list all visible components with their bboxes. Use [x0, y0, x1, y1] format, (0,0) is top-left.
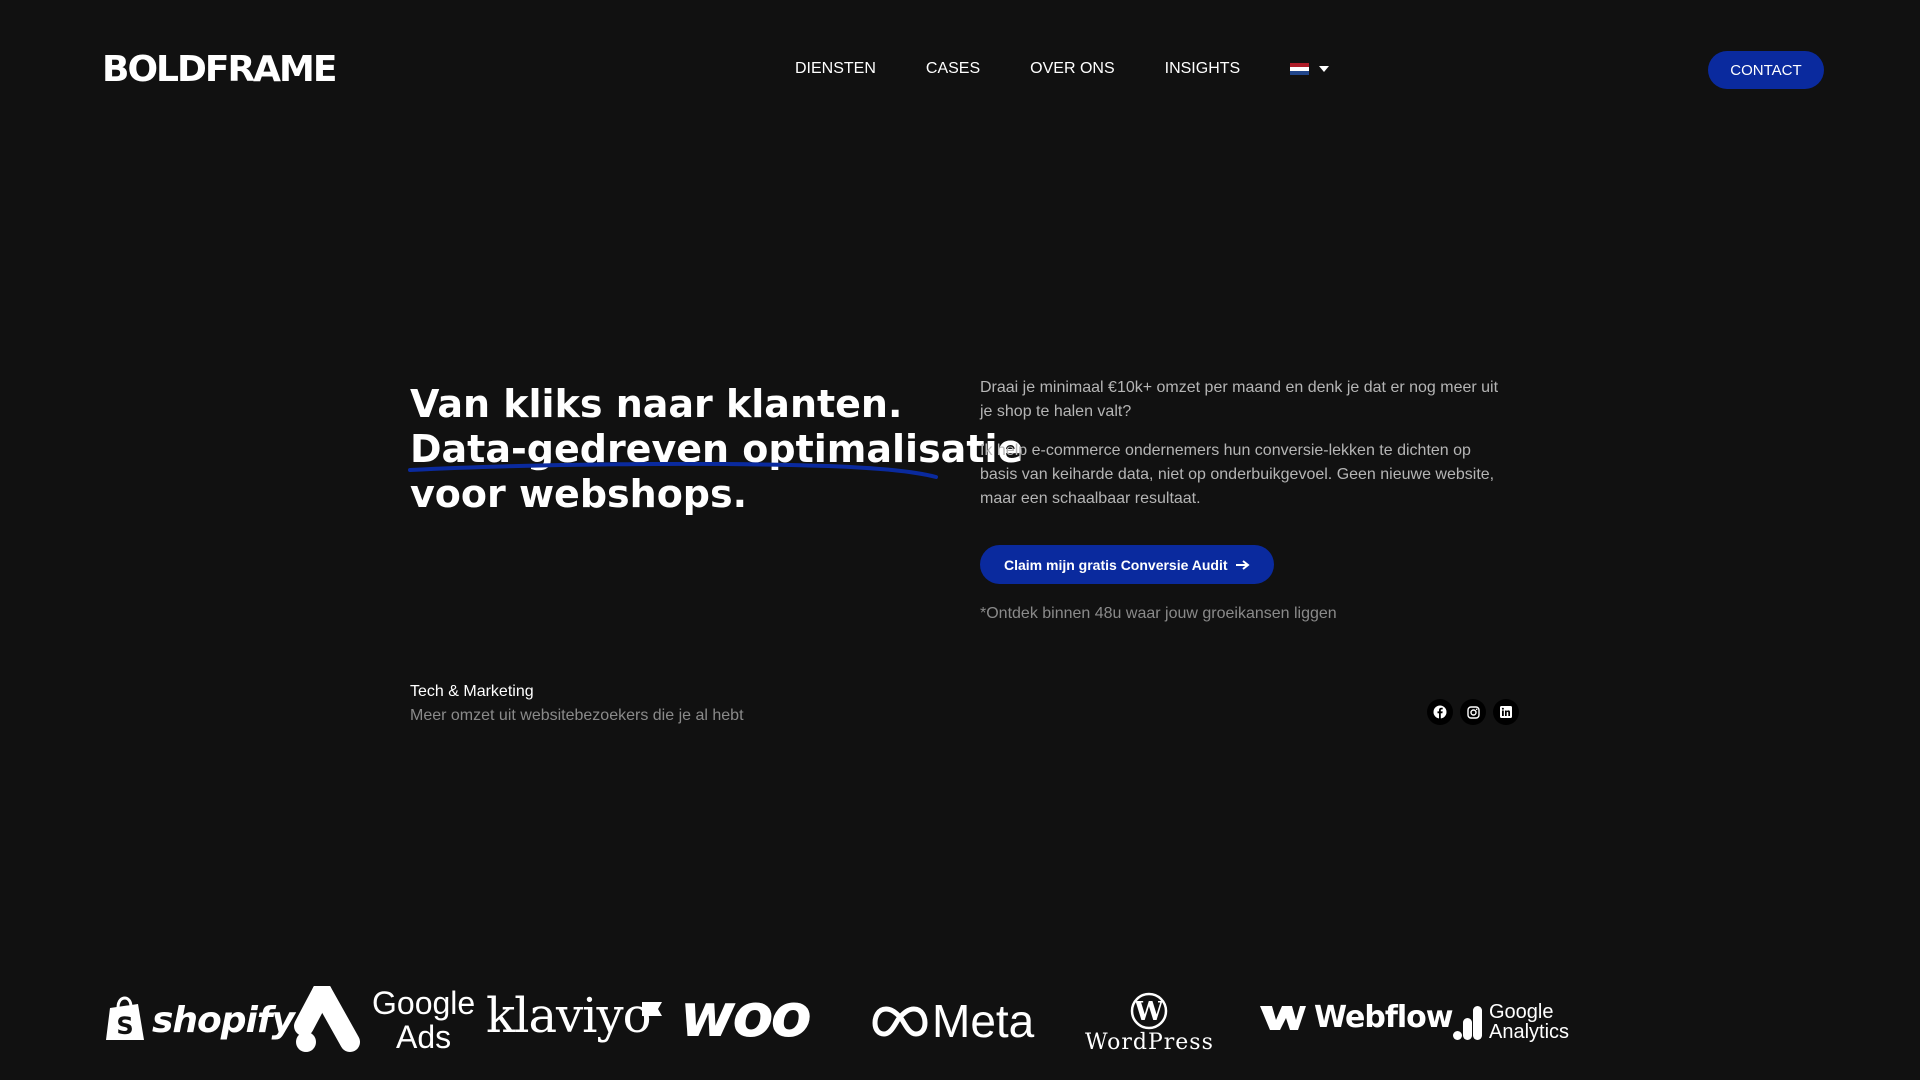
google-analytics-word-2: Analytics — [1489, 1021, 1570, 1043]
shopify-bag-icon: S — [106, 996, 144, 1040]
wordpress-logo: W WordPress — [1085, 992, 1214, 1055]
hero-copy: Draai je minimaal €10k+ omzet per maand … — [980, 376, 1510, 526]
instagram-link[interactable] — [1460, 699, 1486, 725]
facebook-icon — [1433, 705, 1447, 719]
linkedin-icon — [1500, 706, 1512, 718]
brand-logo-strip: S shopify Google Ads klaviyo woo Meta W — [0, 980, 1920, 1080]
svg-text:W: W — [1134, 997, 1165, 1027]
klaviyo-flag-icon — [642, 1002, 662, 1016]
nav-item-over-ons[interactable]: OVER ONS — [1030, 58, 1114, 80]
headline-underline-stroke — [408, 462, 938, 479]
nav-item-cases[interactable]: CASES — [926, 58, 980, 80]
arrow-right-icon — [1235, 559, 1250, 570]
hero-paragraph-1: Draai je minimaal €10k+ omzet per maand … — [980, 379, 1499, 420]
tagline-subtitle: Meer omzet uit websitebezoekers die je a… — [410, 707, 744, 724]
google-analytics-word-1: Google — [1489, 1001, 1554, 1023]
hero-headline: Van kliks naar klanten. Data-gedreven op… — [410, 382, 1023, 517]
audit-note: *Ontdek binnen 48u waar jouw groeikansen… — [980, 605, 1337, 622]
instagram-icon — [1466, 705, 1480, 719]
wordpress-icon: W — [1131, 992, 1168, 1030]
klaviyo-wordmark: klaviyo — [486, 988, 652, 1044]
meta-logo: Meta — [872, 994, 1034, 1048]
google-ads-word-1: Google — [372, 985, 476, 1021]
hero-paragraph-2: Ik help e-commerce ondernemers hun conve… — [980, 442, 1495, 507]
caret-down-icon — [1319, 66, 1330, 72]
google-ads-logo: Google Ads — [292, 986, 475, 1054]
linkedin-link[interactable] — [1493, 699, 1519, 725]
google-analytics-logo: Google Analytics — [1453, 1002, 1569, 1042]
social-links — [1427, 699, 1519, 725]
contact-button[interactable]: CONTACT — [1708, 51, 1824, 89]
nav-item-insights[interactable]: INSIGHTS — [1165, 58, 1241, 80]
woo-logo: woo — [680, 981, 812, 1051]
cta-label: Claim mijn gratis Conversie Audit — [1004, 556, 1228, 573]
audit-cta-button[interactable]: Claim mijn gratis Conversie Audit — [980, 545, 1274, 584]
webflow-icon — [1260, 1005, 1306, 1030]
google-ads-word-2: Ads — [396, 1019, 452, 1055]
svg-text:S: S — [116, 1012, 133, 1040]
meta-wordmark: Meta — [932, 995, 1035, 1047]
google-ads-icon — [294, 986, 360, 1052]
google-analytics-icon — [1453, 1006, 1482, 1040]
main-nav: DIENSTEN CASES OVER ONS INSIGHTS — [795, 58, 1330, 80]
wordpress-wordmark: WordPress — [1085, 1030, 1214, 1055]
facebook-link[interactable] — [1427, 699, 1453, 725]
webflow-logo: Webflow — [1260, 1000, 1454, 1035]
meta-infinity-icon — [872, 1006, 928, 1037]
webflow-wordmark: Webflow — [1314, 1000, 1454, 1035]
klaviyo-logo: klaviyo — [486, 988, 662, 1044]
shopify-logo: S shopify — [104, 996, 295, 1044]
brand-logo[interactable]: BOLDFRAME — [102, 50, 337, 90]
tagline-title: Tech & Marketing — [410, 683, 534, 700]
language-switcher[interactable] — [1290, 63, 1330, 75]
headline-line-1: Van kliks naar klanten. — [410, 382, 903, 426]
netherlands-flag-icon — [1290, 63, 1310, 75]
nav-item-diensten[interactable]: DIENSTEN — [795, 58, 876, 80]
shopify-wordmark: shopify — [152, 999, 295, 1041]
